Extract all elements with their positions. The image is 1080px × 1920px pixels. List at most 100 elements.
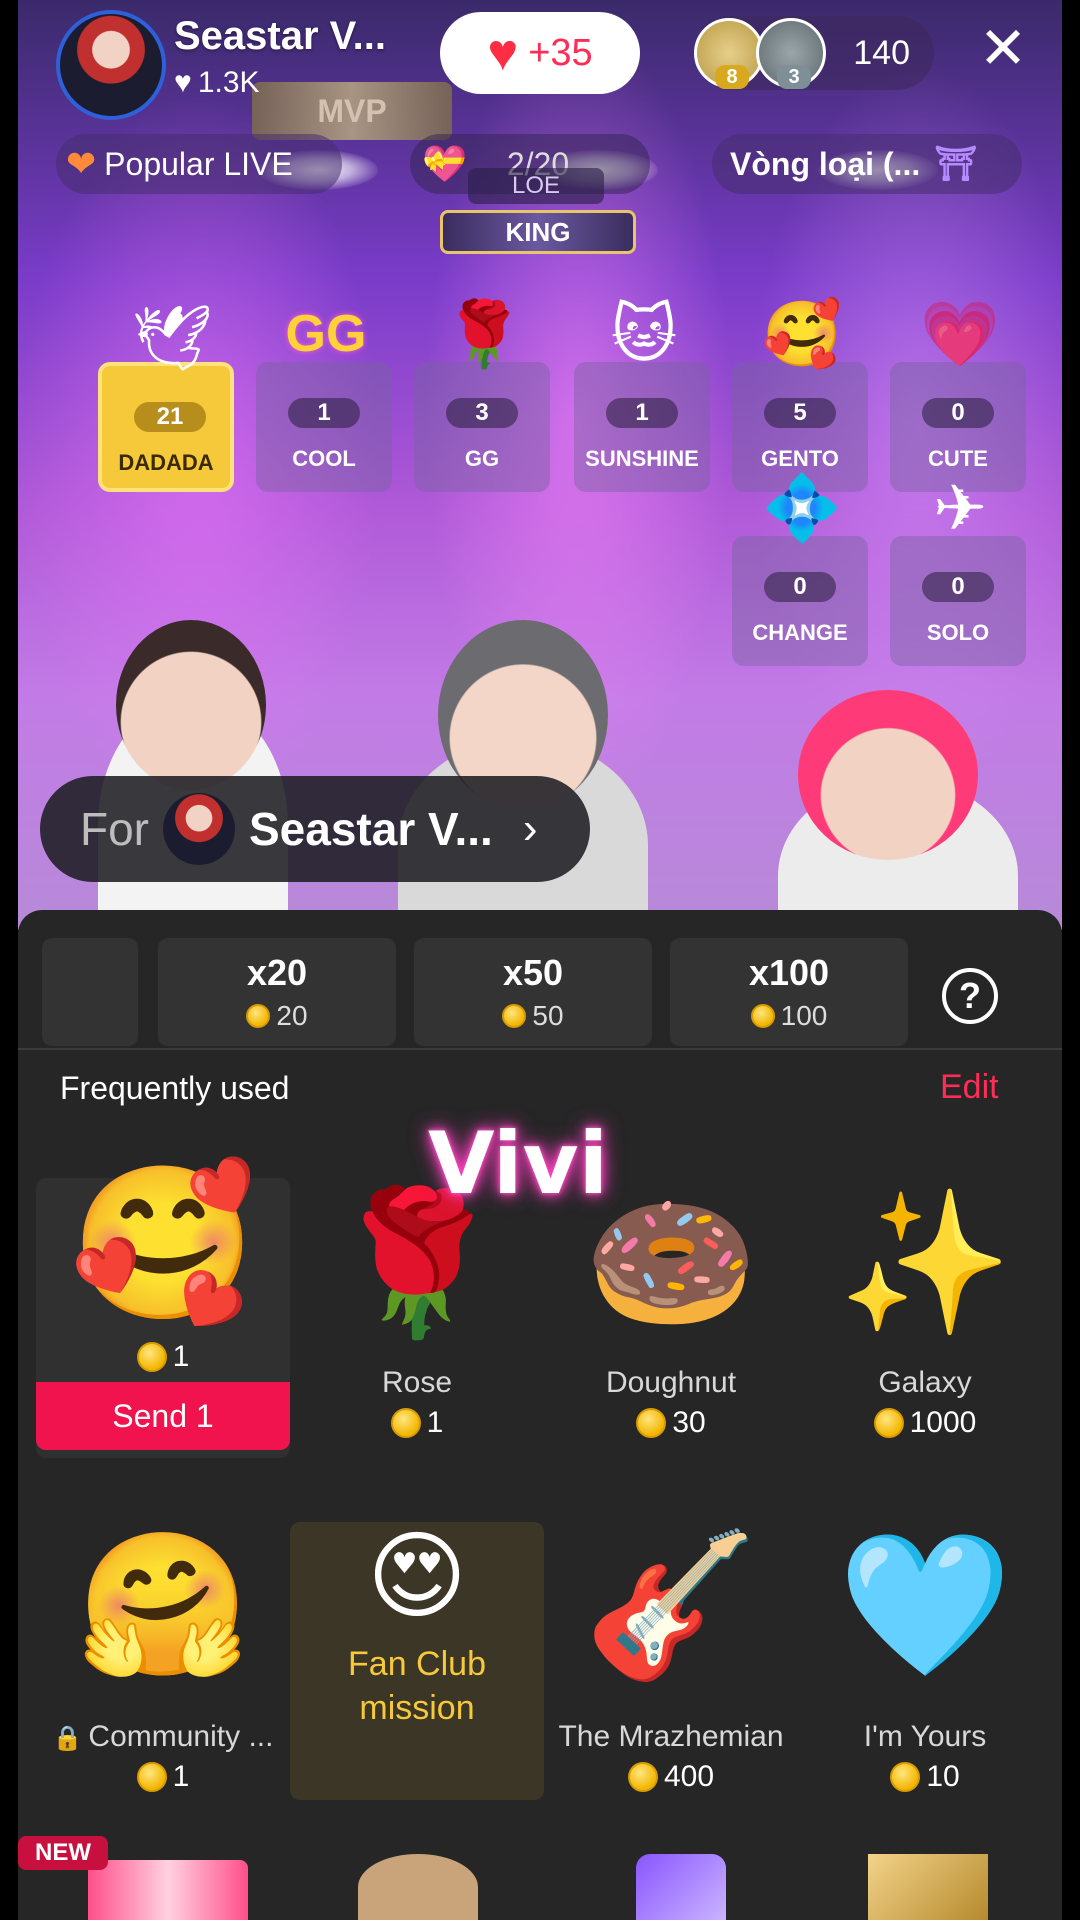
- gift-price: 1: [172, 1340, 190, 1373]
- vote-label: SUNSHINE: [585, 446, 699, 471]
- gift-price: 400: [663, 1760, 715, 1793]
- send-button[interactable]: Send 1: [36, 1382, 290, 1450]
- vote-count: 0: [922, 572, 994, 602]
- portal-icon: ⛩: [934, 145, 978, 183]
- recipient-name: Seastar V...: [249, 803, 493, 855]
- quantity-label: x50: [502, 952, 564, 993]
- gift-name: The Mrazhemian: [558, 1720, 784, 1753]
- gift-name: Rose: [381, 1366, 453, 1399]
- rose-icon: 🌹: [444, 297, 524, 370]
- quantity-option[interactable]: x100 100: [670, 938, 908, 1046]
- heart-icon: ♥: [487, 24, 519, 82]
- gift-name: Community ...: [88, 1720, 274, 1753]
- host-likes-count: 1.3K: [197, 66, 260, 99]
- heart-hug-icon: 🥰: [762, 297, 842, 370]
- fan-club-label: Fan Club mission: [348, 1645, 486, 1727]
- recipient-avatar: [163, 793, 235, 865]
- wing-icon: 🕊: [131, 301, 213, 374]
- gg-icon: GG: [285, 305, 367, 363]
- vote-option-dadada[interactable]: 🕊 21 DADADA: [98, 302, 234, 492]
- gift-item-partial[interactable]: [868, 1854, 988, 1920]
- gift-item[interactable]: 🩵 I'm Yours 10: [798, 1520, 1052, 1794]
- quantity-option[interactable]: x20 20: [158, 938, 396, 1046]
- gift-price: 1000: [909, 1406, 977, 1439]
- gift-item-partial[interactable]: [358, 1854, 478, 1920]
- quantity-cost: 100: [780, 1000, 828, 1031]
- vote-option-gg[interactable]: 🌹 3 GG: [414, 298, 550, 492]
- gift-item[interactable]: 🎸 The Mrazhemian 400: [544, 1520, 798, 1794]
- community-icon: 🤗: [75, 1526, 251, 1683]
- vote-count: 5: [764, 398, 836, 428]
- host-likes: ♥ 1.3K: [174, 66, 260, 100]
- close-icon[interactable]: ✕: [978, 20, 1028, 78]
- vote-label: DADADA: [118, 450, 214, 475]
- vote-option-change[interactable]: 💠 0 CHANGE: [732, 472, 868, 666]
- popular-live-label: Popular LIVE: [104, 145, 293, 182]
- vote-option-sunshine[interactable]: 🐱 1 SUNSHINE: [574, 298, 710, 492]
- vote-count: 0: [764, 572, 836, 602]
- broken-heart-icon: ❤: [66, 143, 97, 184]
- fan-club-mission[interactable]: 😍 Fan Club mission: [290, 1522, 544, 1800]
- round-label: Vòng loại (...: [730, 145, 921, 182]
- coin-icon: [636, 1408, 667, 1438]
- heart-icon: 💗: [920, 297, 1000, 370]
- vote-label: GG: [464, 446, 500, 471]
- chevron-right-icon: ›: [522, 804, 538, 853]
- vote-count: 1: [606, 398, 678, 428]
- top-viewer-avatar[interactable]: 8: [694, 18, 764, 89]
- performer-head: [116, 620, 266, 790]
- doughnut-icon: 🍩: [583, 1184, 759, 1341]
- vote-option-cool[interactable]: GG 1 COOL: [256, 305, 392, 492]
- viewer-rank-badge: 3: [777, 65, 811, 89]
- quantity-option[interactable]: x50 50: [414, 938, 652, 1046]
- vote-label: COOL: [292, 446, 356, 471]
- lock-icon: 🔒: [52, 1725, 83, 1752]
- vote-option-solo[interactable]: ✈ 0 SOLO: [890, 472, 1026, 666]
- divider: [18, 1048, 1062, 1050]
- gift-item-partial[interactable]: [88, 1860, 248, 1920]
- viewer-rank-badge: 8: [715, 65, 749, 89]
- heart-outline-icon: ♥: [174, 66, 192, 99]
- coin-icon: [246, 1004, 271, 1028]
- jet-icon: ✈: [933, 471, 987, 544]
- quantity-label: x100: [748, 952, 830, 993]
- vote-count: 21: [134, 402, 206, 432]
- gift-item[interactable]: 🌹 Rose 1: [290, 1178, 544, 1440]
- gift-item[interactable]: 🤗 🔒 Community ... 1: [36, 1520, 290, 1794]
- viewer-list[interactable]: 8 3 140: [694, 16, 934, 90]
- gift-name: Galaxy: [878, 1366, 972, 1399]
- popular-live-pill[interactable]: ❤ Popular LIVE: [56, 134, 342, 194]
- like-counter[interactable]: ♥ +35: [440, 12, 640, 94]
- gift-item[interactable]: ✨ Galaxy 1000: [798, 1178, 1052, 1440]
- help-icon[interactable]: ?: [942, 968, 998, 1024]
- coin-icon: [502, 1004, 527, 1028]
- quantity-option-partial[interactable]: [42, 938, 138, 1046]
- top-viewer-avatar[interactable]: 3: [756, 18, 826, 89]
- galaxy-icon: ✨: [837, 1184, 1013, 1341]
- gift-recipient-selector[interactable]: For Seastar V... ›: [40, 776, 590, 882]
- performer-head: [798, 690, 978, 860]
- musician-icon: 🎸: [583, 1526, 759, 1683]
- blue-heart-icon: 🩵: [837, 1526, 1013, 1683]
- vote-label: CHANGE: [752, 620, 848, 645]
- host-info[interactable]: MVP Seastar V... ♥ 1.3K: [52, 6, 452, 140]
- host-avatar[interactable]: [56, 10, 166, 120]
- gift-price: 30: [672, 1406, 706, 1439]
- gift-item-selected[interactable]: 🥰 1 Send 1: [36, 1168, 290, 1458]
- gift-price: 10: [926, 1760, 960, 1793]
- vote-count: 3: [446, 398, 518, 428]
- new-badge: NEW: [18, 1836, 108, 1870]
- gift-price: 1: [172, 1760, 190, 1793]
- gift-item-partial[interactable]: [636, 1854, 726, 1920]
- edit-button[interactable]: Edit: [940, 1068, 999, 1107]
- loe-tag: LOE: [468, 168, 604, 204]
- round-pill[interactable]: Vòng loại (... ⛩: [712, 134, 1022, 194]
- overlay-text: Vivi: [428, 1114, 609, 1214]
- gift-price: 1: [426, 1406, 444, 1439]
- gift-name: Doughnut: [605, 1366, 737, 1399]
- gift-item[interactable]: 🍩 Doughnut 30: [544, 1178, 798, 1440]
- coin-icon: [390, 1408, 421, 1438]
- coin-icon: [136, 1342, 167, 1372]
- host-name[interactable]: Seastar V...: [174, 14, 386, 59]
- vote-count: 1: [288, 398, 360, 428]
